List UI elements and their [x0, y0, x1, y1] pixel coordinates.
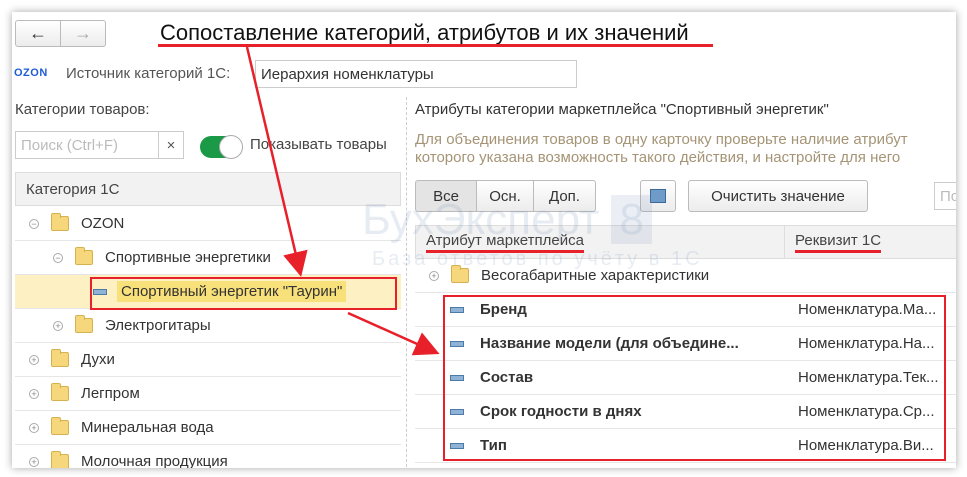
annotation-arrows	[245, 46, 440, 356]
arrow-to-category	[245, 46, 308, 277]
arrow-to-attributes	[347, 311, 440, 356]
